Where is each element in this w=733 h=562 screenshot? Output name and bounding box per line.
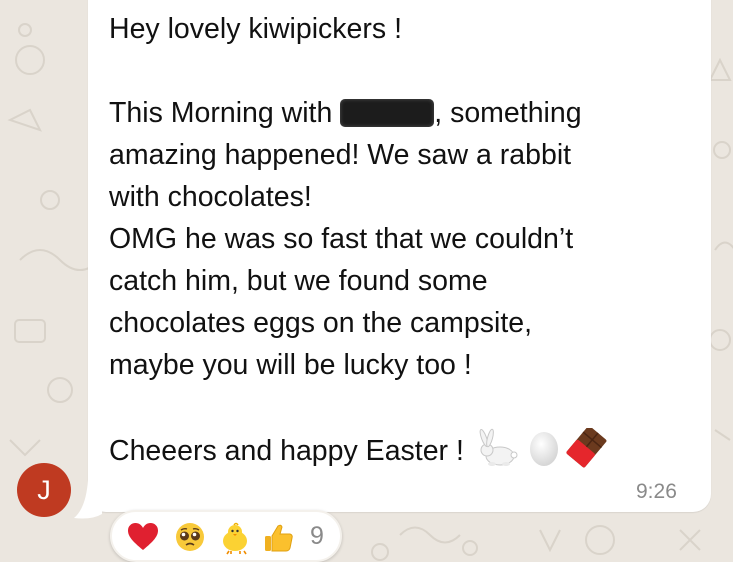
rabbit-icon [479, 428, 518, 466]
message-text-segment: This Morning with [109, 97, 341, 129]
message-line: catch him, but we found some [109, 265, 488, 297]
message-line: OMG he was so fast that we couldn’t [109, 223, 574, 255]
message-line: This Morning with , something [109, 92, 699, 134]
reaction-count: 9 [310, 522, 324, 550]
avatar[interactable]: J [17, 463, 71, 517]
message-timestamp: 9:26 [636, 480, 677, 503]
baby-chick-icon [223, 522, 247, 555]
redacted-name [340, 99, 435, 127]
message-line: Hey lovely kiwipickers ! [109, 13, 402, 45]
message-text-segment: Cheeers and happy Easter ! [109, 435, 472, 467]
message-line: amazing happened! We saw a rabbit [109, 139, 572, 171]
message-text-segment: , something [434, 97, 582, 129]
reactions-bar[interactable]: 9 [110, 510, 342, 562]
egg-icon [529, 432, 558, 466]
message-line: Cheeers and happy Easter ! [109, 428, 699, 472]
bubble-tail [74, 480, 102, 519]
red-heart-icon [128, 523, 158, 550]
message-text: Hey lovely kiwipickers ! This Morning wi… [109, 8, 699, 472]
pleading-face-icon [176, 523, 204, 551]
message-line: with chocolates! [109, 181, 312, 213]
message-line: chocolates eggs on the campsite, [109, 307, 533, 339]
thumbs-up-icon [265, 524, 293, 552]
message-line: maybe you will be lucky too ! [109, 349, 472, 381]
chocolate-bar-icon [566, 428, 607, 468]
